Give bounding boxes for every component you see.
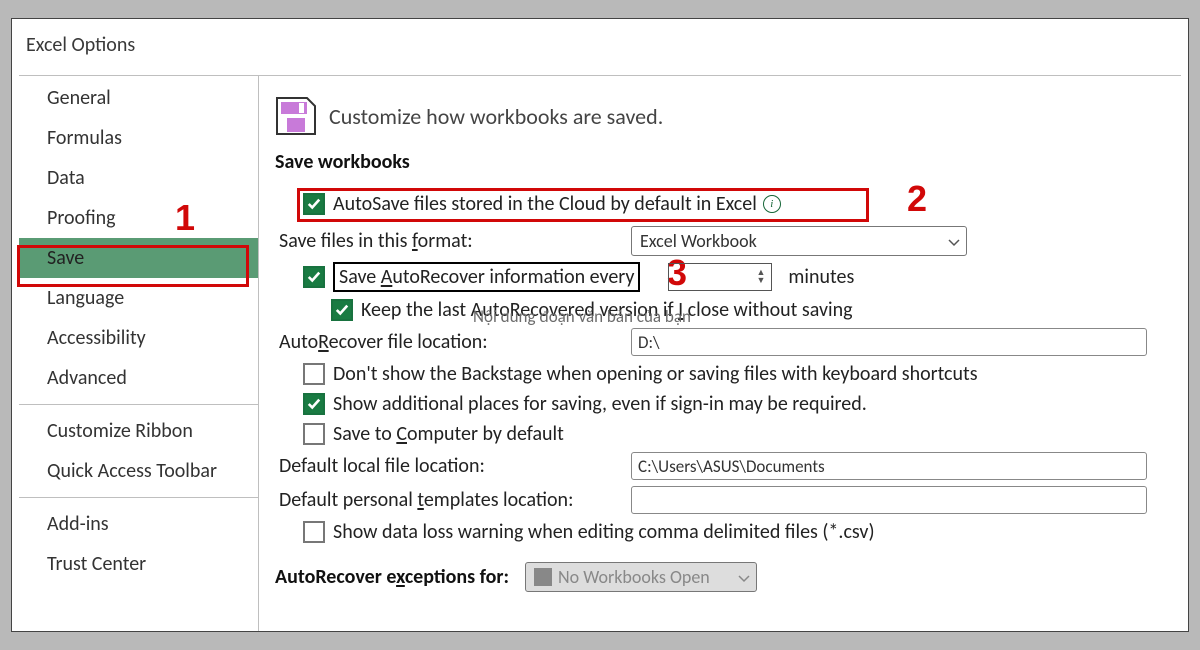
checkbox-csv-warning[interactable]	[303, 521, 325, 543]
label-show-places: Show additional places for saving, even …	[333, 392, 867, 416]
input-default-local[interactable]: C:\Users\ASUS\Documents	[631, 452, 1147, 480]
section-title-save-workbooks: Save workbooks	[275, 150, 1173, 174]
info-icon[interactable]: i	[763, 195, 781, 213]
sidebar-item-data[interactable]: Data	[19, 158, 258, 198]
label-csv-warning: Show data loss warning when editing comm…	[333, 520, 875, 544]
content-pane: Customize how workbooks are saved. Save …	[259, 76, 1181, 631]
sidebar-item-save[interactable]: Save	[19, 238, 258, 278]
combo-save-format[interactable]: Excel Workbook	[631, 226, 967, 256]
label-minutes: minutes	[788, 265, 854, 289]
spin-autorecover-minutes[interactable]: ▲▼	[668, 263, 772, 291]
checkbox-keep-last[interactable]	[331, 299, 353, 321]
page-subtitle: Customize how workbooks are saved.	[329, 103, 663, 130]
label-no-backstage: Don't show the Backstage when opening or…	[333, 362, 978, 386]
checkbox-no-backstage[interactable]	[303, 363, 325, 385]
checkbox-autorecover[interactable]	[303, 266, 325, 288]
label-keep-last: Keep the last AutoRecovered version if I…	[361, 298, 853, 322]
input-ar-location[interactable]: D:\	[631, 328, 1147, 356]
input-default-local-value: C:\Users\ASUS\Documents	[638, 456, 825, 477]
combo-ar-exceptions[interactable]: No Workbooks Open	[525, 562, 757, 592]
label-autosave-cloud: AutoSave files stored in the Cloud by de…	[333, 192, 757, 216]
combo-save-format-value: Excel Workbook	[640, 230, 757, 252]
input-ar-location-value: D:\	[638, 332, 660, 353]
divider	[19, 497, 258, 498]
spin-down-icon: ▼	[757, 278, 766, 284]
checkbox-show-places[interactable]	[303, 393, 325, 415]
combo-ar-exceptions-value: No Workbooks Open	[558, 566, 710, 588]
label-save-format: Save files in this format:	[275, 229, 621, 253]
dialog-title: Excel Options	[12, 19, 1188, 57]
chevron-down-icon	[948, 230, 960, 252]
workbook-icon	[534, 568, 552, 586]
sidebar-item-trust-center[interactable]: Trust Center	[19, 544, 258, 584]
sidebar-item-quick-access[interactable]: Quick Access Toolbar	[19, 451, 258, 491]
sidebar-item-proofing[interactable]: Proofing	[19, 198, 258, 238]
divider	[19, 404, 258, 405]
checkbox-autosave-cloud[interactable]	[303, 193, 325, 215]
chevron-down-icon	[738, 566, 750, 588]
label-default-local: Default local file location:	[275, 454, 621, 478]
dialog-excel-options: Excel Options General Formulas Data Proo…	[11, 18, 1189, 632]
label-ar-location: AutoRecover file location:	[275, 330, 621, 354]
sidebar-item-addins[interactable]: Add-ins	[19, 504, 258, 544]
sidebar-item-accessibility[interactable]: Accessibility	[19, 318, 258, 358]
sidebar-item-general[interactable]: General	[19, 78, 258, 118]
section-title-ar-exceptions: AutoRecover exceptions for:	[275, 565, 509, 589]
sidebar-item-customize-ribbon[interactable]: Customize Ribbon	[19, 411, 258, 451]
checkbox-save-computer[interactable]	[303, 423, 325, 445]
label-default-templates: Default personal templates location:	[275, 488, 621, 512]
sidebar-nav: General Formulas Data Proofing Save Lang…	[19, 76, 259, 631]
dialog-body: General Formulas Data Proofing Save Lang…	[19, 75, 1181, 631]
sidebar-item-language[interactable]: Language	[19, 278, 258, 318]
save-floppy-icon	[275, 96, 317, 136]
sidebar-item-formulas[interactable]: Formulas	[19, 118, 258, 158]
input-default-templates[interactable]	[631, 486, 1147, 514]
sidebar-item-advanced[interactable]: Advanced	[19, 358, 258, 398]
label-autorecover: Save AutoRecover information every	[333, 262, 640, 292]
label-save-computer: Save to Computer by default	[333, 422, 564, 446]
